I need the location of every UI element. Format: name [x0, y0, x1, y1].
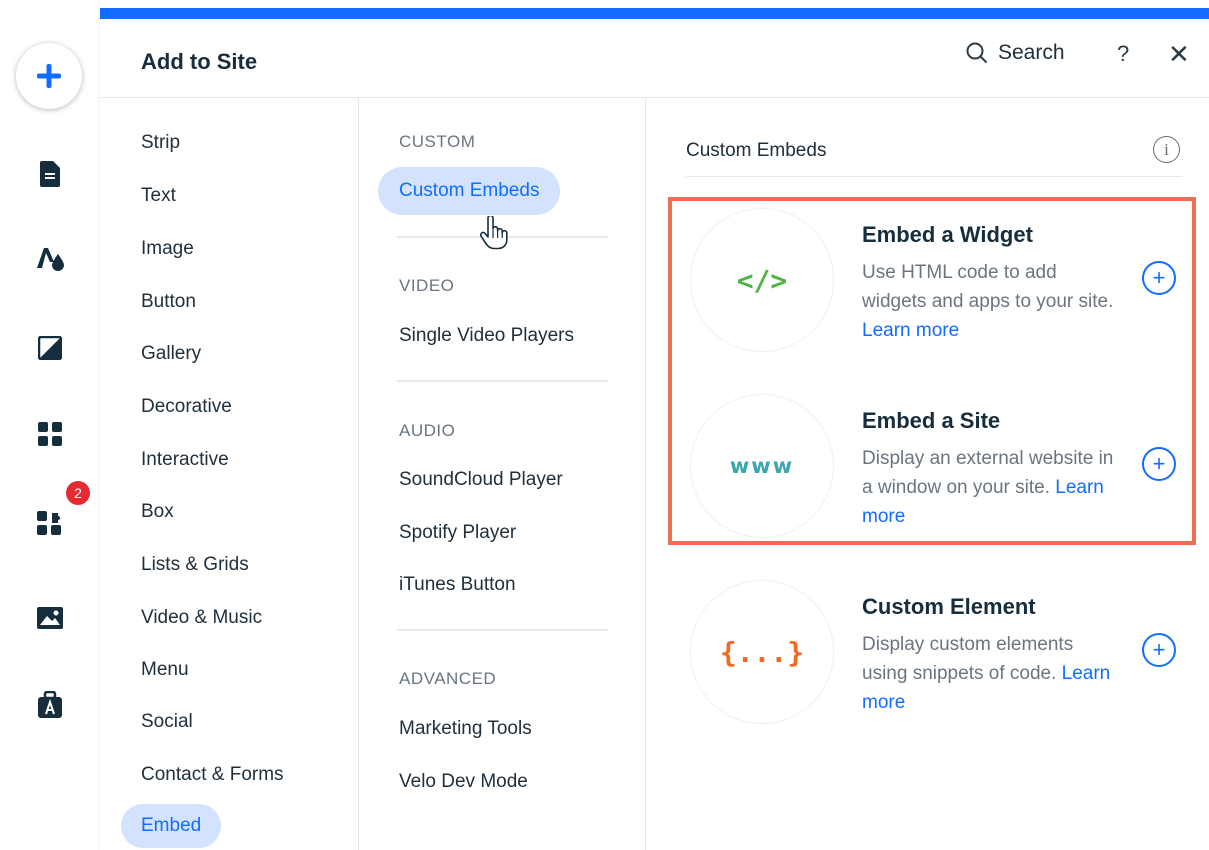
apps-grid-icon[interactable] [33, 417, 67, 451]
subcategory-item[interactable]: Marketing Tools [399, 718, 532, 740]
background-icon[interactable] [33, 331, 67, 365]
subcategory-item[interactable]: iTunes Button [399, 574, 516, 596]
item-description: Use HTML code to add widgets and apps to… [862, 262, 1114, 341]
subcategory-item[interactable]: SoundCloud Player [399, 469, 563, 491]
category-item[interactable]: Image [141, 238, 194, 260]
category-item[interactable]: Box [141, 501, 174, 523]
help-icon[interactable]: ? [1117, 41, 1129, 67]
section-divider [397, 380, 608, 382]
item-description: Display an external website in a window … [862, 448, 1114, 527]
app-market-icon[interactable] [33, 506, 67, 540]
panel-top-bar [100, 8, 1209, 19]
pages-icon[interactable] [33, 157, 67, 191]
app-market-badge: 2 [66, 481, 90, 505]
panel-header: Add to Site Search ? ✕ [100, 19, 1209, 98]
category-list: Strip Text Image Button Gallery Decorati… [100, 98, 359, 850]
subcategory-item[interactable]: Velo Dev Mode [399, 771, 528, 793]
left-toolbar: 2 [0, 0, 100, 850]
content-divider [686, 176, 1182, 177]
subcategory-item-custom-embeds[interactable]: Custom Embeds [378, 167, 561, 215]
item-title: Custom Element [862, 594, 1036, 619]
search-button[interactable]: Search [966, 41, 1065, 65]
category-item[interactable]: Menu [141, 659, 189, 681]
category-item[interactable]: Contact & Forms [141, 764, 284, 786]
section-header: CUSTOM [399, 132, 476, 151]
panel-title: Add to Site [141, 49, 258, 74]
design-icon[interactable] [33, 242, 67, 276]
subcategory-item[interactable]: Spotify Player [399, 522, 516, 544]
custom-element-item[interactable]: {...} Custom Element Display custom elem… [690, 580, 1190, 726]
section-header: AUDIO [399, 421, 456, 440]
embed-site-item[interactable]: www Embed a Site Display an external web… [690, 394, 1190, 540]
category-item[interactable]: Lists & Grids [141, 554, 249, 576]
item-title: Embed a Site [862, 408, 1001, 433]
embed-site-thumbnail: www [690, 394, 834, 538]
category-item-embed-active[interactable]: Embed [121, 804, 222, 848]
close-icon[interactable]: ✕ [1168, 39, 1190, 70]
plus-icon [37, 64, 61, 88]
section-header: ADVANCED [399, 669, 497, 688]
category-item[interactable]: Text [141, 185, 176, 207]
item-title: Embed a Widget [862, 222, 1033, 247]
category-item[interactable]: Decorative [141, 396, 232, 418]
subcategory-item[interactable]: Single Video Players [399, 325, 574, 347]
add-embed-site-button[interactable]: + [1142, 447, 1176, 481]
category-item[interactable]: Social [141, 711, 193, 733]
portfolio-icon[interactable] [33, 688, 67, 722]
media-icon[interactable] [33, 601, 67, 635]
info-icon[interactable]: i [1153, 136, 1180, 163]
add-button[interactable] [16, 43, 82, 109]
item-description: Display custom elements using snippets o… [862, 634, 1111, 713]
category-item[interactable]: Button [141, 291, 196, 313]
add-embed-widget-button[interactable]: + [1142, 261, 1176, 295]
embed-widget-thumbnail: </> [690, 208, 834, 352]
category-item[interactable]: Strip [141, 132, 180, 154]
add-to-site-panel: Add to Site Search ? ✕ Strip Text Image … [100, 0, 1209, 850]
embed-widget-item[interactable]: </> Embed a Widget Use HTML code to add … [690, 208, 1190, 354]
add-custom-element-button[interactable]: + [1142, 633, 1176, 667]
category-item[interactable]: Interactive [141, 449, 229, 471]
search-icon [966, 42, 988, 64]
section-header: VIDEO [399, 276, 455, 295]
content-area: Custom Embeds i </> Embed a Widget Use H… [646, 98, 1209, 850]
hand-cursor-icon [479, 216, 508, 250]
search-label: Search [998, 41, 1065, 64]
category-item[interactable]: Video & Music [141, 607, 262, 629]
learn-more-link[interactable]: Learn more [862, 320, 959, 341]
subcategory-list: CUSTOM Custom Embeds VIDEO Single Video … [359, 98, 646, 850]
www-icon: www [729, 454, 795, 478]
braces-icon: {...} [719, 635, 805, 669]
code-icon: </> [736, 263, 788, 297]
content-header: Custom Embeds [686, 140, 827, 161]
custom-element-thumbnail: {...} [690, 580, 834, 724]
section-divider [397, 629, 608, 631]
category-item[interactable]: Gallery [141, 343, 201, 365]
